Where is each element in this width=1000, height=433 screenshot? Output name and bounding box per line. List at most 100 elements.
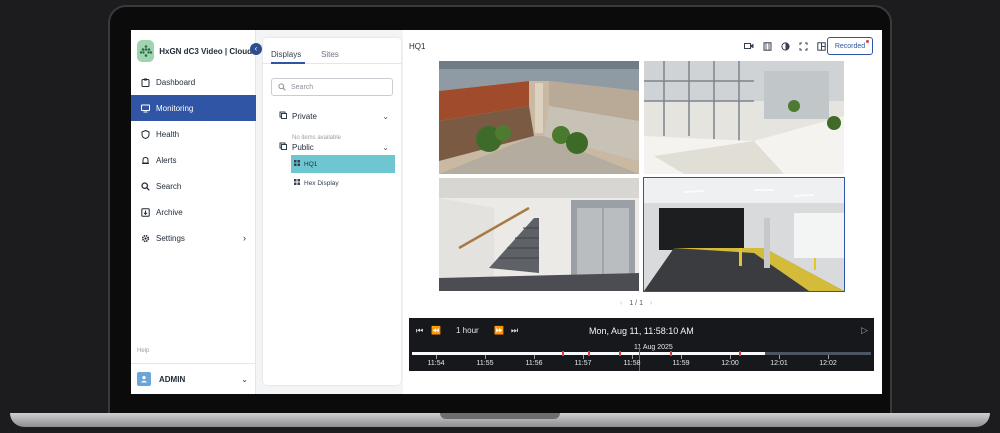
play-icon[interactable]: ▷ (861, 325, 868, 336)
sidebar-item-label: Dashboard (156, 77, 196, 87)
grid-icon (294, 160, 300, 168)
timeline-tick-label: 12:00 (721, 360, 739, 367)
display-item-hq1[interactable]: HQ1 (291, 155, 395, 173)
view-title: HQ1 (409, 42, 426, 51)
event-marker[interactable] (670, 351, 672, 356)
sidebar-item-dashboard[interactable]: Dashboard (131, 69, 256, 95)
chevron-down-icon: ⌄ (382, 142, 389, 152)
archive-icon (141, 207, 150, 217)
timeline-tick-label: 11:55 (476, 360, 494, 367)
event-marker[interactable] (739, 351, 741, 356)
app-title: HxGN dC3 Video | Cloud (159, 46, 252, 56)
rewind-icon[interactable]: ⏪ (431, 326, 441, 335)
tab-displays[interactable]: Displays (271, 50, 301, 59)
camera-feed-mall-atrium (439, 61, 639, 174)
timeline-tick (828, 355, 829, 359)
event-marker[interactable] (562, 351, 564, 356)
timeline-tick-label: 12:02 (819, 360, 837, 367)
skip-end-icon[interactable]: ⏭ (511, 326, 518, 336)
sidebar-item-label: Alerts (156, 155, 177, 165)
chevron-left-icon[interactable]: ‹ (620, 300, 622, 307)
timeline-tick-label: 11:58 (623, 360, 641, 367)
camera-tile-1[interactable] (439, 61, 639, 174)
timeline-tick (681, 355, 682, 359)
search-icon (278, 83, 286, 91)
camera-tile-3[interactable] (439, 178, 639, 291)
timeline-tick (485, 355, 486, 359)
sidebar-item-settings[interactable]: Settings › (131, 225, 256, 251)
recorded-button[interactable]: Recorded (827, 37, 873, 55)
clipboard-icon (141, 78, 150, 87)
timeline-tick-label: 11:57 (574, 360, 592, 367)
page-indicator: 1 / 1 (629, 300, 643, 307)
event-marker[interactable] (619, 351, 621, 356)
gear-icon (141, 234, 150, 243)
monitor-icon (141, 104, 150, 113)
displays-panel: Displays Sites Search Private ⌄ No items… (263, 38, 401, 385)
display-item-label: Hex Display (304, 179, 339, 187)
brand: HxGN dC3 Video | Cloud (137, 38, 252, 64)
user-menu[interactable]: ADMIN ⌄ (131, 363, 256, 394)
sidebar-item-label: Monitoring (156, 103, 194, 113)
tab-sites[interactable]: Sites (321, 50, 339, 59)
camera-tile-4[interactable] (643, 177, 845, 292)
timeline-track[interactable] (412, 351, 871, 356)
sidebar-item-alerts[interactable]: Alerts (131, 147, 256, 173)
timeline-tick-label: 12:01 (770, 360, 788, 367)
timeline-tick-label: 11:59 (672, 360, 690, 367)
display-item-hex-display[interactable]: Hex Display (291, 174, 395, 192)
avatar (137, 372, 151, 386)
camera-icon[interactable] (741, 40, 757, 52)
view-toolbar (741, 40, 831, 52)
timeline-tick-label: 11:56 (525, 360, 543, 367)
sidebar-item-label: Health (156, 129, 180, 139)
fullscreen-icon[interactable] (795, 40, 811, 52)
duration-selector[interactable]: 1 hour (456, 326, 479, 335)
sidebar-item-archive[interactable]: Archive (131, 199, 256, 225)
playhead[interactable] (639, 346, 640, 371)
layers-icon (279, 142, 287, 152)
fast-forward-icon[interactable]: ⏩ (494, 326, 504, 335)
group-public[interactable]: Public ⌄ (279, 142, 389, 152)
sidebar-item-search[interactable]: Search (131, 173, 256, 199)
empty-state-text: No items available (292, 135, 342, 141)
chevron-right-icon[interactable]: › (650, 300, 652, 307)
search-placeholder: Search (291, 83, 314, 91)
group-private[interactable]: Private ⌄ (279, 111, 389, 121)
alarm-icon (141, 156, 150, 165)
event-marker[interactable] (588, 351, 590, 356)
panel-tabs: Displays Sites (263, 38, 401, 64)
contrast-icon[interactable] (777, 40, 793, 52)
layers-icon (279, 111, 287, 121)
recording-dot (866, 40, 869, 43)
pager: ‹ 1 / 1 › (613, 300, 659, 307)
help-link[interactable]: Help (137, 348, 149, 354)
shield-icon (141, 129, 150, 139)
sidebar-item-label: Settings (156, 233, 185, 243)
skip-start-icon[interactable]: ⏮ (416, 326, 423, 336)
playback-timeline: ⏮ ⏪ 1 hour ⏩ ⏭ Mon, Aug 11, 11:58:10 AM … (409, 318, 874, 371)
camera-feed-glass-hall (644, 61, 844, 174)
app-screen: HxGN dC3 Video | Cloud Dashboard Monitor… (131, 30, 882, 394)
playback-datetime: Mon, Aug 11, 11:58:10 AM (589, 326, 694, 336)
sidebar-item-monitoring[interactable]: Monitoring (131, 95, 256, 121)
collapse-sidebar-button[interactable]: ‹ (250, 43, 262, 55)
recorded-label: Recorded (834, 42, 866, 50)
display-search-input[interactable]: Search (271, 78, 393, 96)
chevron-down-icon: ⌄ (382, 111, 389, 121)
group-label: Private (292, 111, 317, 121)
logo-icon (137, 40, 155, 62)
video-view: HQ1 Recorded ‹ 1 / 1 › ⏮ ⏪ 1 hour ⏩ ⏭ Mo… (403, 30, 882, 394)
filmstrip-icon[interactable] (759, 40, 775, 52)
timeline-tick (730, 355, 731, 359)
sidebar-item-health[interactable]: Health (131, 121, 256, 147)
sidebar-item-label: Search (156, 181, 182, 191)
search-icon (141, 181, 150, 191)
chevron-down-icon: ⌄ (241, 375, 248, 384)
grid-icon (294, 179, 300, 187)
timeline-tick (534, 355, 535, 359)
camera-tile-2[interactable] (644, 61, 844, 174)
timeline-tick (632, 355, 633, 359)
camera-feed-stairwell (439, 178, 639, 291)
sidebar: HxGN dC3 Video | Cloud Dashboard Monitor… (131, 30, 256, 394)
